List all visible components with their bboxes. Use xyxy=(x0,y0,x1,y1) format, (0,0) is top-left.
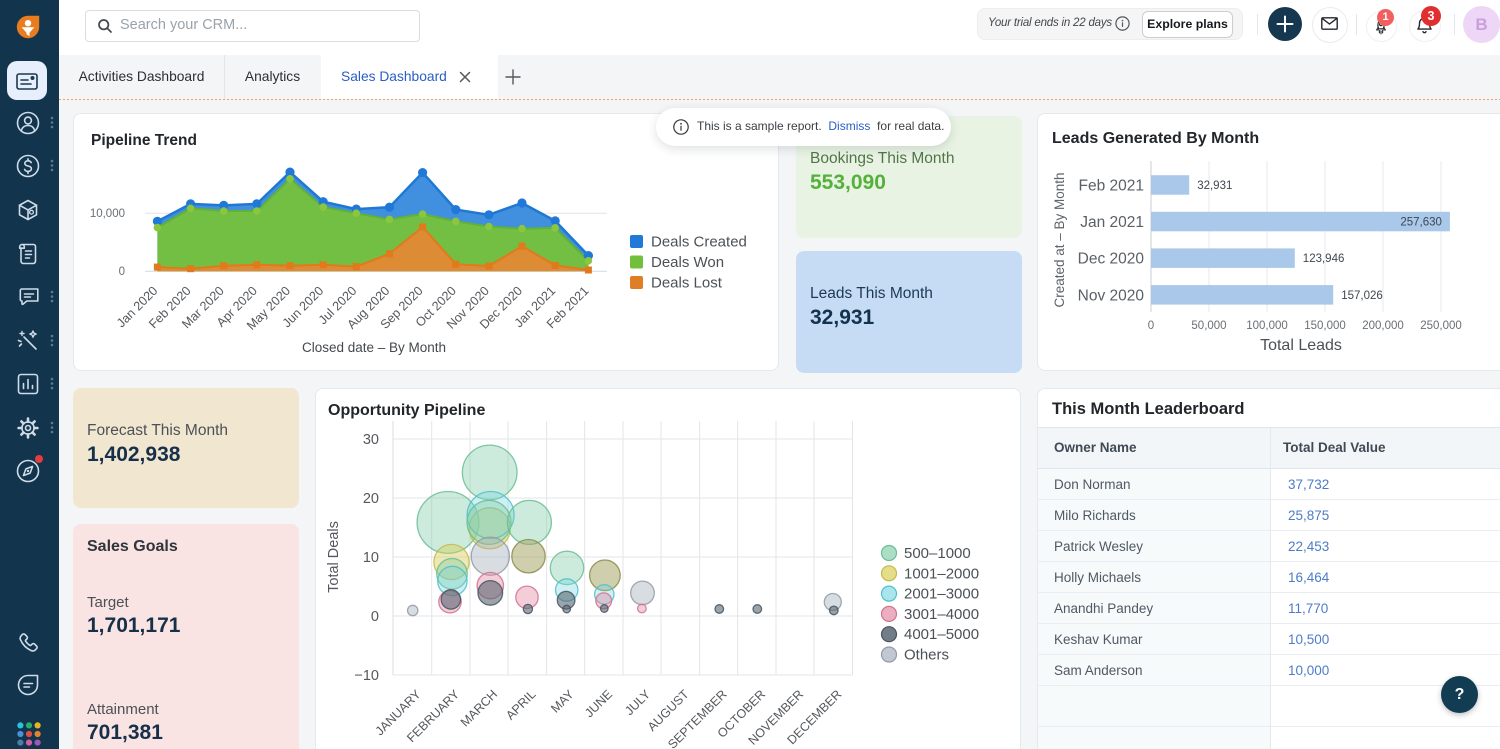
svg-text:150,000: 150,000 xyxy=(1304,320,1346,332)
svg-text:Nov 2020: Nov 2020 xyxy=(1078,287,1145,304)
svg-text:Jan 2021: Jan 2021 xyxy=(1080,214,1144,231)
svg-text:30: 30 xyxy=(363,432,379,448)
svg-text:−10: −10 xyxy=(354,668,379,684)
svg-text:Feb 2021: Feb 2021 xyxy=(1079,178,1145,195)
svg-text:157,026: 157,026 xyxy=(1341,290,1383,302)
svg-text:Opportunity Pipeline: Opportunity Pipeline xyxy=(328,402,485,419)
svg-text:Total Deals: Total Deals xyxy=(326,521,342,593)
svg-text:250,000: 250,000 xyxy=(1420,320,1462,332)
svg-text:123,946: 123,946 xyxy=(1303,253,1345,265)
svg-text:Created at – By Month: Created at – By Month xyxy=(1052,172,1067,307)
svg-text:MAY: MAY xyxy=(548,687,577,716)
svg-text:10: 10 xyxy=(363,550,379,566)
svg-text:Closed date – By Month: Closed date – By Month xyxy=(302,340,446,355)
svg-text:JUNE: JUNE xyxy=(582,687,615,720)
svg-text:JULY: JULY xyxy=(622,687,653,718)
svg-text:1001–2000: 1001–2000 xyxy=(904,565,979,582)
svg-text:Total Leads: Total Leads xyxy=(1260,337,1342,354)
svg-text:100,000: 100,000 xyxy=(1246,320,1288,332)
svg-text:Deals Lost: Deals Lost xyxy=(651,275,723,292)
svg-text:500–1000: 500–1000 xyxy=(904,545,971,562)
svg-text:10,000: 10,000 xyxy=(90,208,125,220)
svg-text:Leads Generated By Month: Leads Generated By Month xyxy=(1052,130,1259,147)
svg-text:32,931: 32,931 xyxy=(1197,180,1232,192)
svg-text:MARCH: MARCH xyxy=(458,687,500,729)
svg-text:0: 0 xyxy=(1148,320,1154,332)
svg-text:20: 20 xyxy=(363,491,379,507)
svg-text:50,000: 50,000 xyxy=(1191,320,1226,332)
svg-text:Deals Won: Deals Won xyxy=(651,254,724,271)
svg-text:4001–5000: 4001–5000 xyxy=(904,626,979,643)
svg-text:0: 0 xyxy=(119,266,125,278)
svg-text:Pipeline Trend: Pipeline Trend xyxy=(91,132,197,149)
svg-text:200,000: 200,000 xyxy=(1362,320,1404,332)
svg-text:3001–4000: 3001–4000 xyxy=(904,606,979,623)
svg-text:2001–3000: 2001–3000 xyxy=(904,586,979,603)
svg-text:APRIL: APRIL xyxy=(503,687,538,722)
svg-text:Deals Created: Deals Created xyxy=(651,234,747,251)
svg-text:0: 0 xyxy=(371,609,379,625)
svg-text:Dec 2020: Dec 2020 xyxy=(1078,251,1145,268)
svg-text:257,630: 257,630 xyxy=(1400,217,1442,229)
svg-text:Others: Others xyxy=(904,647,949,664)
